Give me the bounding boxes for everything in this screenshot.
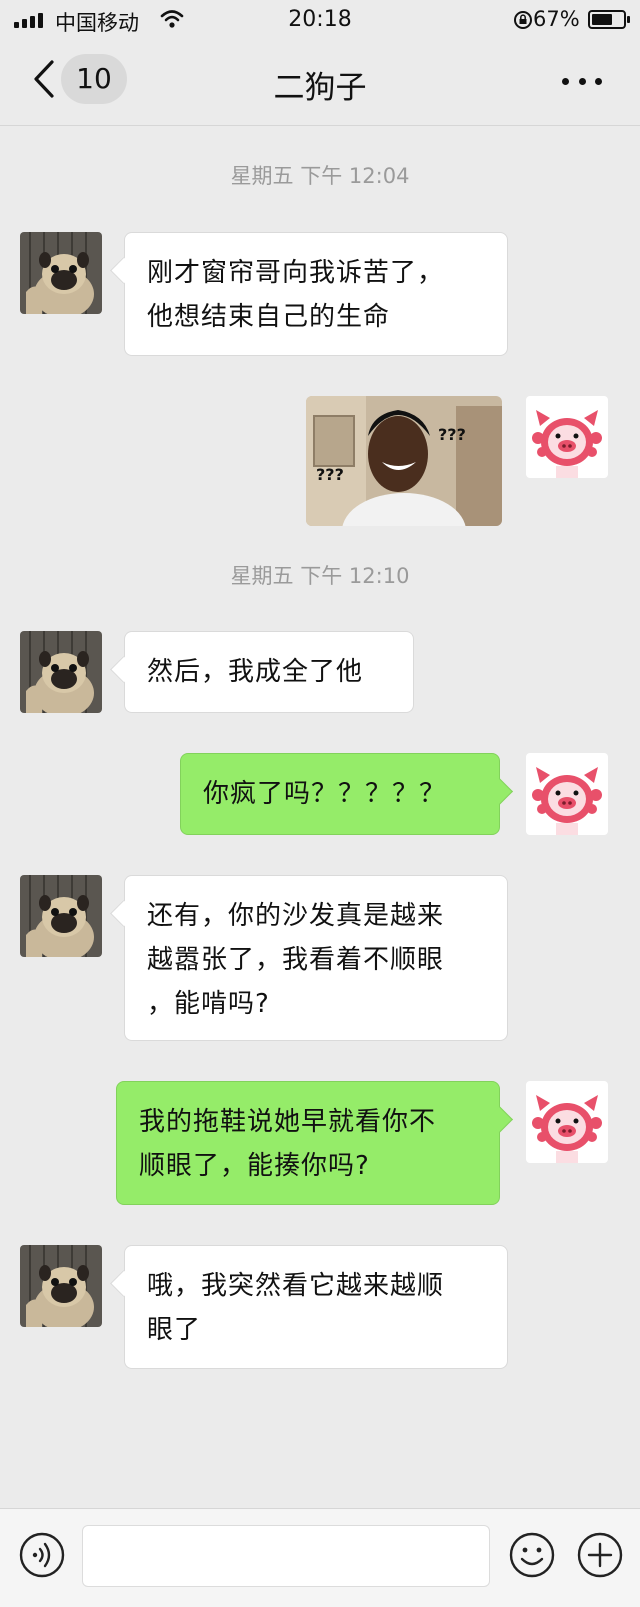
friend-avatar[interactable]	[20, 232, 102, 314]
input-bar	[0, 1508, 640, 1607]
more-button[interactable]	[562, 66, 602, 96]
message-input[interactable]	[82, 1525, 490, 1587]
meme-image: ??? ???	[306, 396, 502, 526]
pug-avatar-image	[20, 232, 102, 314]
emoji-icon	[509, 1532, 555, 1578]
my-avatar[interactable]	[526, 396, 608, 478]
voice-button[interactable]	[18, 1531, 66, 1579]
battery-percent: 67%	[533, 7, 580, 31]
emoji-button[interactable]	[508, 1531, 556, 1579]
message-bubble[interactable]: 哦，我突然看它越来越顺 眼了	[124, 1245, 508, 1369]
plus-icon	[577, 1532, 623, 1578]
status-bar: 中国移动 20:18 67%	[0, 0, 640, 40]
timestamp: 星期五 下午 12:10	[230, 564, 410, 588]
message-bubble[interactable]: 你疯了吗？？？？？	[180, 753, 500, 835]
message-bubble[interactable]: 还有，你的沙发真是越来 越嚣张了，我看着不顺眼 ，能啃吗?	[124, 875, 508, 1041]
battery-fill	[592, 14, 613, 25]
message-bubble[interactable]: 我的拖鞋说她早就看你不 顺眼了，能揍你吗?	[116, 1081, 500, 1205]
image-message[interactable]: ??? ???	[306, 396, 502, 526]
pig-avatar-image	[526, 396, 608, 478]
chat-title: 二狗子	[273, 70, 367, 106]
pig-avatar-image	[526, 753, 608, 835]
more-functions-button[interactable]	[576, 1531, 624, 1579]
message-bubble[interactable]: 然后，我成全了他	[124, 631, 414, 713]
meme-caption: ???	[316, 465, 344, 484]
meme-caption: ???	[438, 425, 466, 444]
my-avatar[interactable]	[526, 1081, 608, 1163]
friend-avatar[interactable]	[20, 631, 102, 713]
nav-bar: 10 二狗子	[0, 40, 640, 126]
more-icon	[562, 77, 602, 85]
battery-icon	[588, 10, 630, 29]
friend-avatar[interactable]	[20, 875, 102, 957]
my-avatar[interactable]	[526, 753, 608, 835]
message-bubble[interactable]: 刚才窗帘哥向我诉苦了， 他想结束自己的生命	[124, 232, 508, 356]
friend-avatar[interactable]	[20, 1245, 102, 1327]
pug-avatar-image	[20, 875, 102, 957]
voice-icon	[19, 1532, 65, 1578]
rotation-lock-icon	[514, 11, 532, 29]
pug-avatar-image	[20, 1245, 102, 1327]
pig-avatar-image	[526, 1081, 608, 1163]
timestamp: 星期五 下午 12:04	[230, 164, 410, 188]
pug-avatar-image	[20, 631, 102, 713]
